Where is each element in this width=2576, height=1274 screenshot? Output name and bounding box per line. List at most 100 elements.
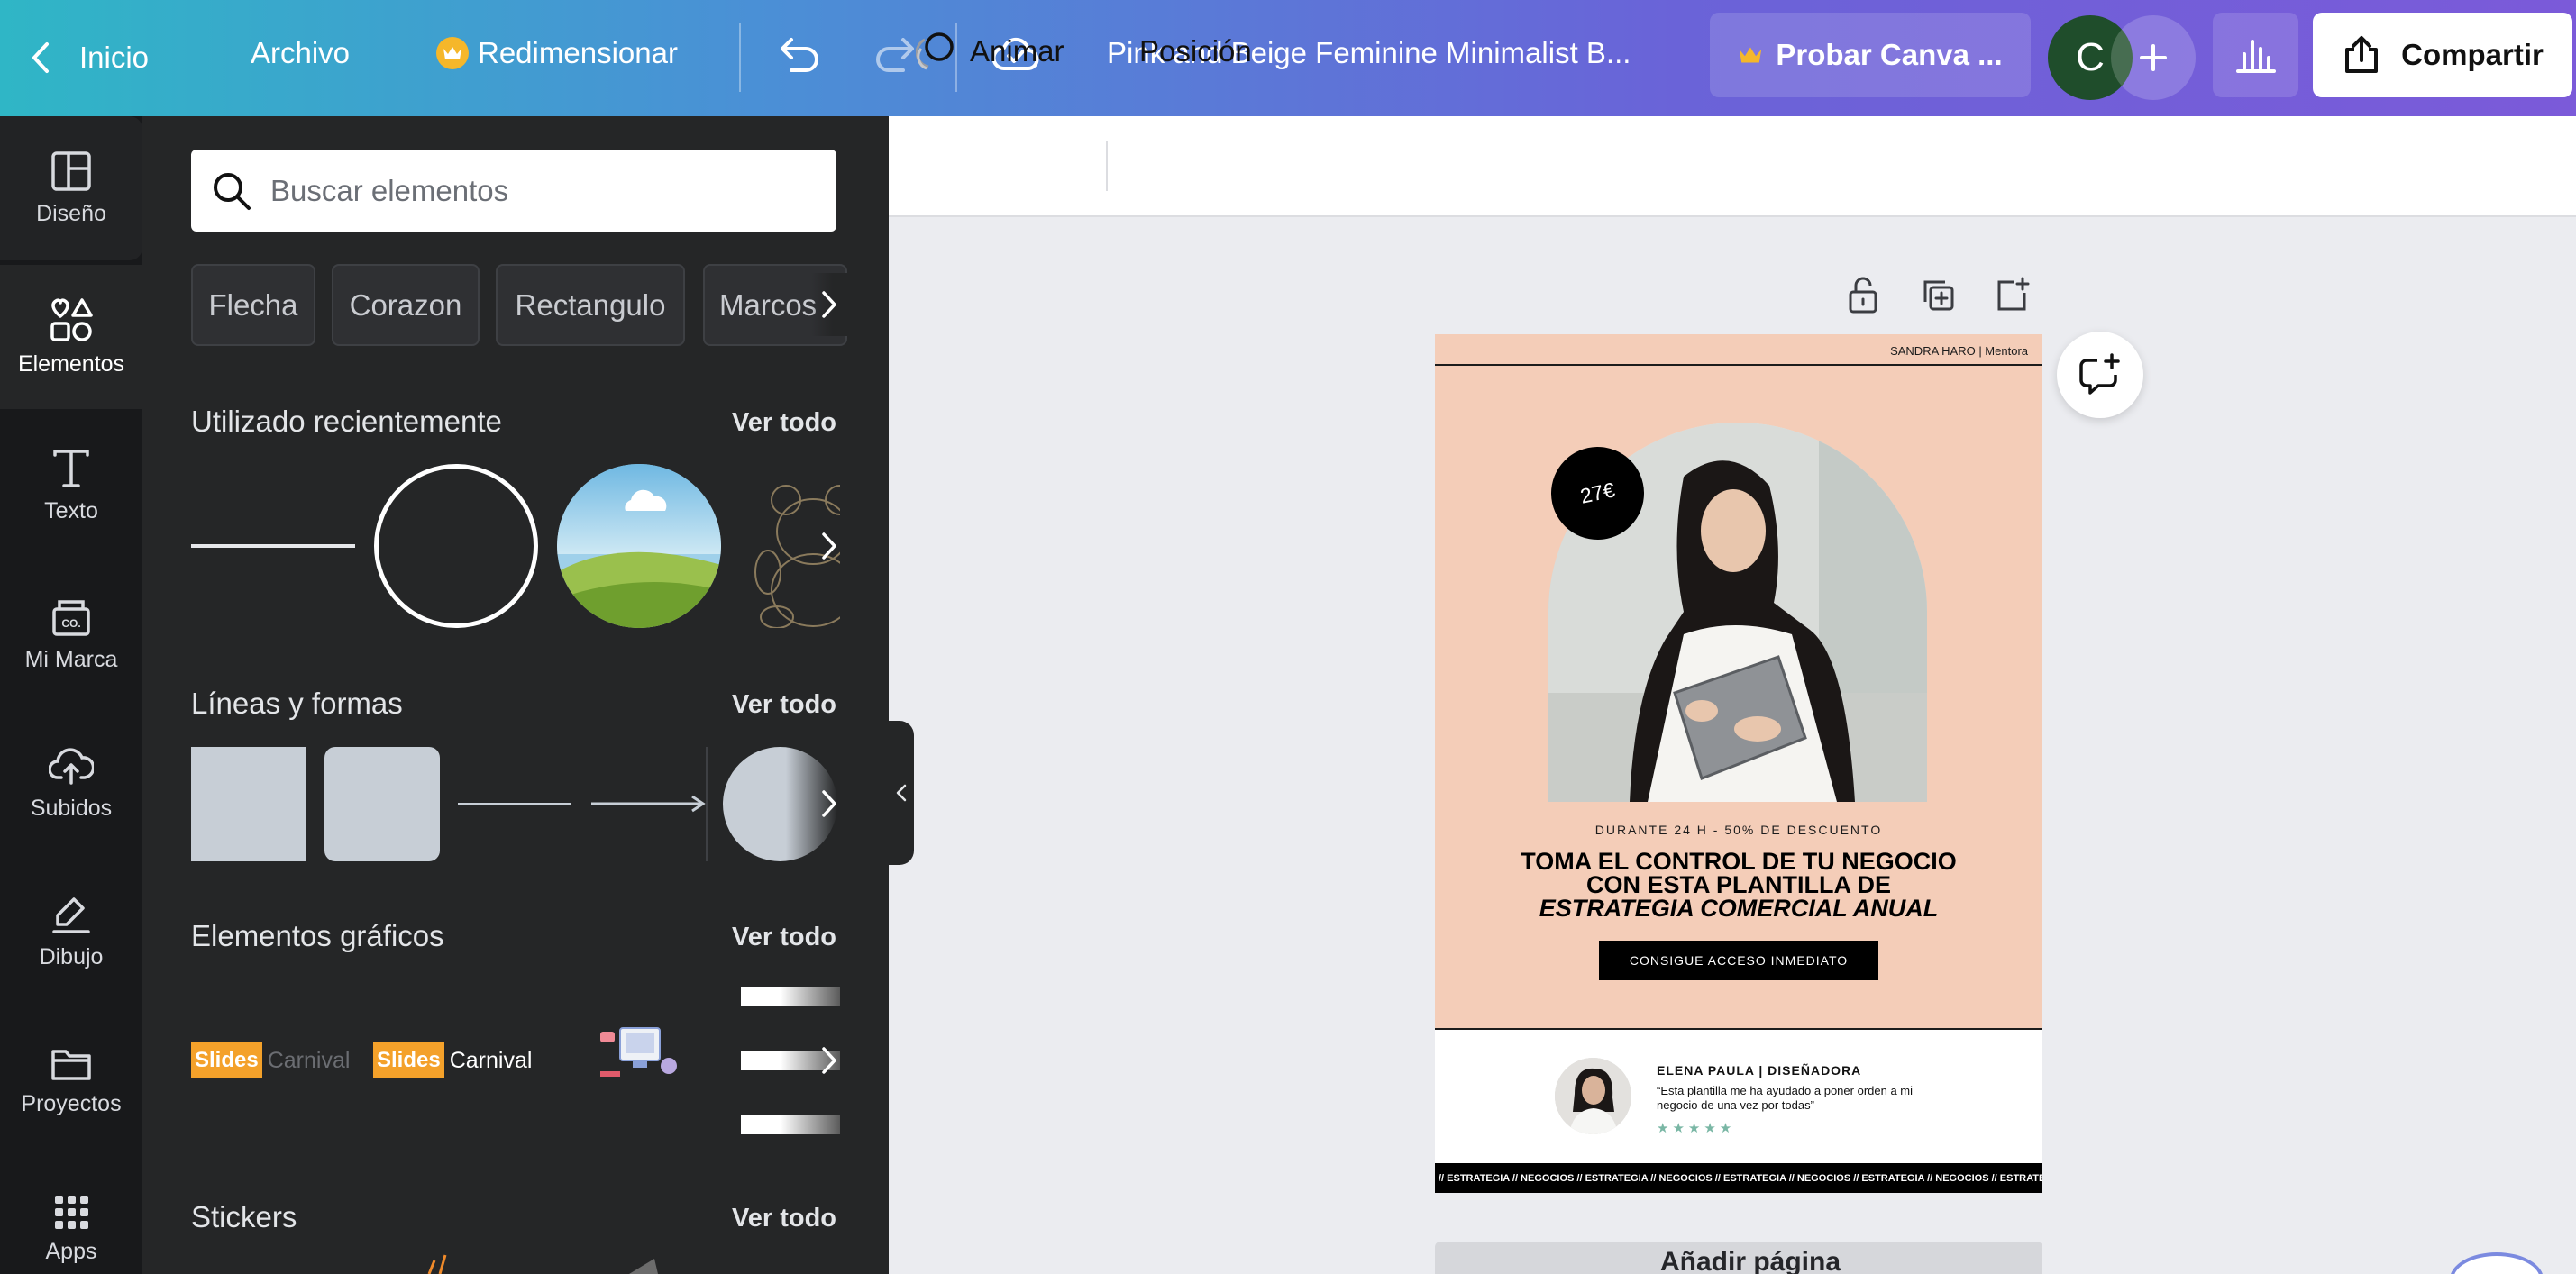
search-box[interactable] bbox=[191, 150, 836, 232]
rail-item-uploads[interactable]: Subidos bbox=[0, 711, 142, 855]
position-button[interactable]: Posición bbox=[1139, 27, 1252, 76]
share-button[interactable]: Compartir bbox=[2313, 13, 2572, 97]
animate-button[interactable]: Animar bbox=[916, 27, 1064, 76]
draw-icon bbox=[50, 894, 92, 935]
divider bbox=[706, 747, 708, 861]
design-page[interactable]: SANDRA HARO | Mentora 27€ DURANTE 24 H -… bbox=[1435, 334, 2042, 1193]
section-title-graphics: Elementos gráficos bbox=[191, 919, 444, 952]
rail-item-apps[interactable]: Apps bbox=[0, 1157, 142, 1274]
collapse-panel-button[interactable] bbox=[889, 721, 914, 865]
rail-item-design[interactable]: Diseño bbox=[0, 116, 142, 260]
plus-icon bbox=[2139, 43, 2168, 72]
resize-button[interactable]: Redimensionar bbox=[436, 36, 678, 70]
graphic-slidescarnival-gray[interactable]: Slides Carnival bbox=[191, 1041, 359, 1080]
duplicate-icon bbox=[1920, 277, 1956, 313]
invite-button[interactable] bbox=[2111, 15, 2196, 100]
shapes-icon bbox=[49, 297, 94, 342]
page-header-text: SANDRA HARO | Mentora bbox=[1890, 344, 2028, 358]
try-pro-button[interactable]: Probar Canva ... bbox=[1710, 13, 2031, 97]
testimonial-quote: “Esta plantilla me ha ayudado a poner or… bbox=[1657, 1084, 1914, 1112]
recent-line-item[interactable] bbox=[191, 464, 355, 628]
shape-line[interactable] bbox=[458, 801, 571, 806]
carnival-text: Carnival bbox=[267, 1047, 351, 1073]
add-page-icon bbox=[1994, 277, 2030, 313]
chip-rectangulo[interactable]: Rectangulo bbox=[496, 264, 685, 346]
recent-landscape-item[interactable] bbox=[557, 464, 721, 628]
rail-item-projects[interactable]: Proyectos bbox=[0, 1008, 142, 1152]
add-page-button[interactable] bbox=[1989, 272, 2034, 317]
graphic-computer-illustration[interactable] bbox=[593, 1017, 683, 1089]
offer-text[interactable]: DURANTE 24 H - 50% DE DESCUENTO bbox=[1435, 823, 2042, 837]
shape-rounded-square[interactable] bbox=[324, 747, 440, 861]
section-title-lines: Líneas y formas bbox=[191, 687, 403, 720]
insights-button[interactable] bbox=[2213, 13, 2298, 97]
undo-icon bbox=[779, 34, 824, 74]
layout-icon bbox=[50, 150, 92, 192]
add-page-label: Añadir página bbox=[1660, 1247, 1841, 1274]
sticker-peek[interactable] bbox=[422, 1251, 458, 1274]
shape-square[interactable] bbox=[191, 747, 306, 861]
upload-cloud-icon bbox=[49, 745, 94, 787]
duplicate-page-button[interactable] bbox=[1915, 272, 1960, 317]
chip-flecha[interactable]: Flecha bbox=[191, 264, 315, 346]
redo-button[interactable] bbox=[872, 34, 918, 79]
slides-badge: Slides bbox=[191, 1042, 262, 1078]
testimonial-name: ELENA PAULA | DISEÑADORA bbox=[1657, 1063, 1862, 1078]
rail-item-label: Texto bbox=[44, 497, 98, 523]
svg-text:CO.: CO. bbox=[61, 617, 80, 630]
see-all-recent[interactable]: Ver todo bbox=[732, 408, 836, 438]
undo-button[interactable] bbox=[779, 34, 824, 79]
chevron-left-icon bbox=[31, 41, 50, 74]
graphic-slidescarnival-white[interactable]: Slides Carnival bbox=[373, 1041, 541, 1080]
graphics-scroll-right[interactable] bbox=[811, 1029, 847, 1092]
chip-corazon[interactable]: Corazon bbox=[332, 264, 480, 346]
rail-item-brand[interactable]: CO. Mi Marca bbox=[0, 562, 142, 706]
lock-open-icon bbox=[1847, 276, 1879, 314]
search-icon bbox=[211, 170, 252, 212]
share-upload-icon bbox=[2342, 35, 2381, 75]
recent-circle-item[interactable] bbox=[374, 464, 538, 628]
headline-line-2: CON ESTA PLANTILLA DE bbox=[1586, 871, 1891, 898]
testimonial-avatar bbox=[1555, 1058, 1631, 1134]
chips-scroll-right[interactable] bbox=[811, 273, 847, 336]
rail-item-draw[interactable]: Dibujo bbox=[0, 860, 142, 1004]
headline[interactable]: TOMA EL CONTROL DE TU NEGOCIO CON ESTA P… bbox=[1435, 850, 2042, 922]
rail-item-label: Subidos bbox=[30, 795, 113, 821]
animate-label: Animar bbox=[970, 34, 1064, 68]
share-label: Compartir bbox=[2401, 38, 2544, 71]
sticker-peek[interactable] bbox=[611, 1257, 665, 1274]
line-shape bbox=[458, 802, 571, 805]
section-title-recent: Utilizado recientemente bbox=[191, 405, 502, 438]
see-all-stickers[interactable]: Ver todo bbox=[732, 1204, 836, 1233]
rail-item-label: Mi Marca bbox=[24, 646, 118, 672]
ticker-band[interactable]: // ESTRATEGIA // NEGOCIOS // ESTRATEGIA … bbox=[1435, 1163, 2042, 1193]
search-input[interactable] bbox=[270, 173, 811, 208]
shape-arrow-line[interactable] bbox=[589, 792, 707, 815]
try-pro-label: Probar Canva ... bbox=[1776, 38, 2003, 71]
rail-item-text[interactable]: Texto bbox=[0, 414, 142, 558]
bar-chart-icon bbox=[2235, 36, 2277, 74]
elements-panel: Flecha Corazon Rectangulo Marcos Utiliza… bbox=[142, 116, 889, 1274]
rail-item-label: Apps bbox=[45, 1238, 97, 1264]
animate-icon bbox=[916, 31, 957, 72]
lock-page-button[interactable] bbox=[1841, 272, 1886, 317]
section-title-stickers: Stickers bbox=[191, 1200, 297, 1233]
rail-item-elements[interactable]: Elementos bbox=[0, 265, 142, 409]
see-all-lines[interactable]: Ver todo bbox=[732, 690, 836, 720]
see-all-graphics[interactable]: Ver todo bbox=[732, 923, 836, 952]
lines-scroll-right[interactable] bbox=[811, 772, 847, 835]
crown-icon bbox=[1738, 45, 1763, 65]
arrow-line-icon bbox=[591, 795, 706, 813]
rail-item-label: Elementos bbox=[17, 350, 125, 377]
home-button[interactable]: Inicio bbox=[31, 32, 149, 83]
add-page-bar[interactable]: Añadir página bbox=[1435, 1242, 2042, 1274]
page-header-strip: SANDRA HARO | Mentora bbox=[1435, 334, 2042, 366]
file-menu-button[interactable]: Archivo bbox=[251, 36, 350, 70]
headline-line-3: ESTRATEGIA COMERCIAL ANUAL bbox=[1539, 895, 1939, 922]
add-comment-button[interactable] bbox=[2057, 332, 2143, 418]
cta-button[interactable]: CONSIGUE ACCESO INMEDIATO bbox=[1599, 941, 1878, 980]
brand-icon: CO. bbox=[50, 596, 92, 638]
recent-scroll-right[interactable] bbox=[811, 514, 847, 578]
testimonial-block[interactable]: ELENA PAULA | DISEÑADORA “Esta plantilla… bbox=[1435, 1028, 2042, 1163]
rating-stars: ★★★★★ bbox=[1657, 1121, 1736, 1136]
